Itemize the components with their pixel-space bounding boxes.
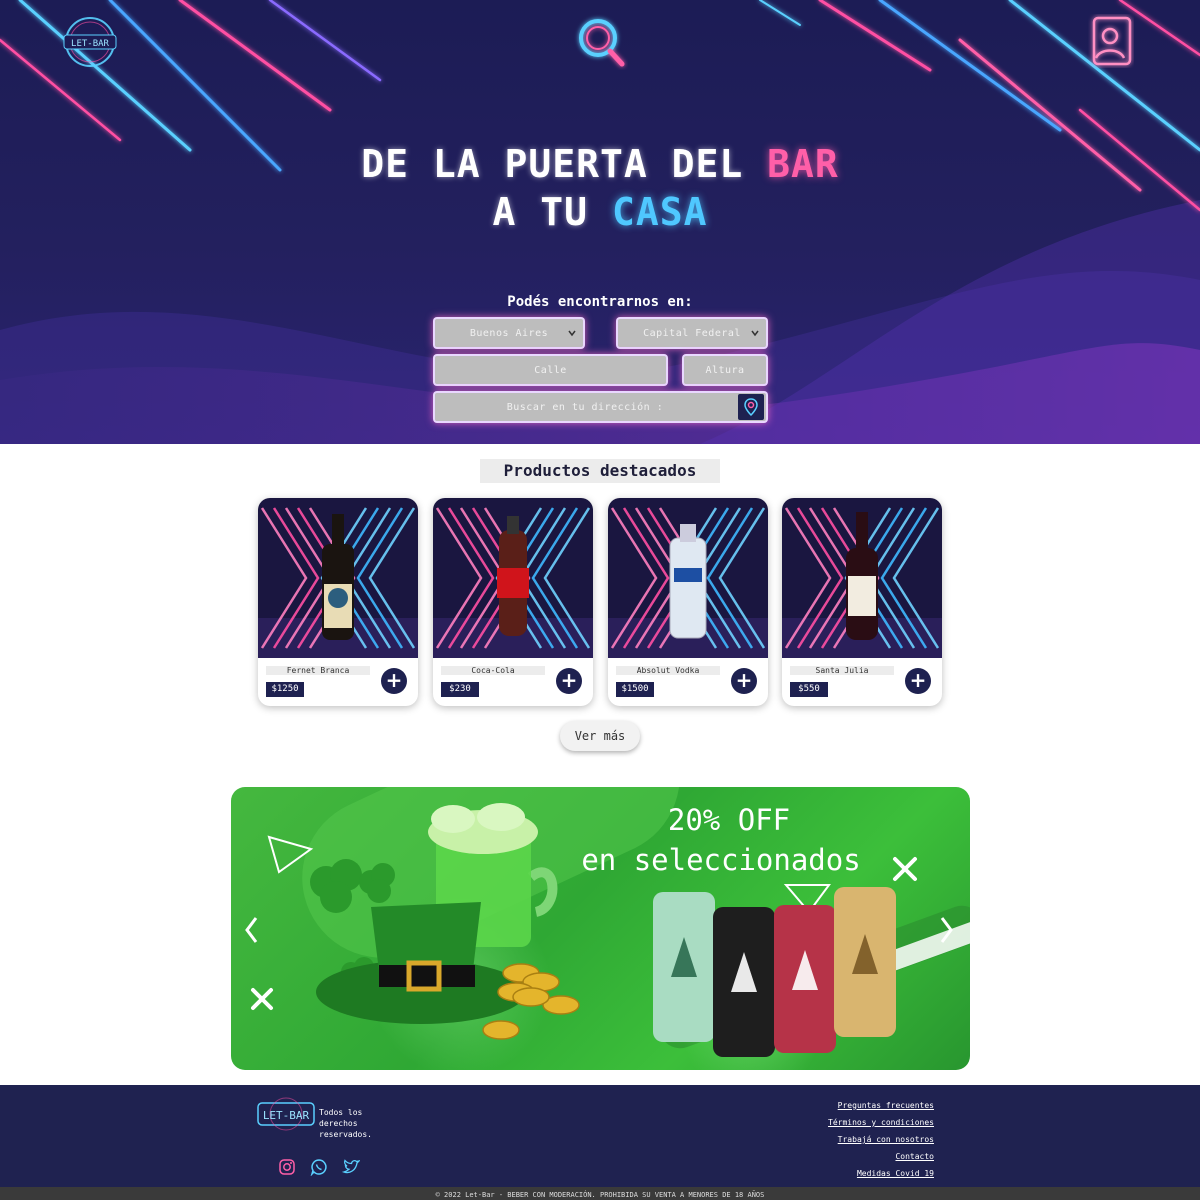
product-image[interactable] <box>433 498 593 658</box>
find-us-label: Podés encontrarnos en: <box>507 294 693 310</box>
address-search-field[interactable]: Buscar en tu dirección : <box>435 393 766 421</box>
product-image[interactable] <box>258 498 418 658</box>
product-price: $550 <box>790 682 828 697</box>
promo-banner-artwork <box>251 787 970 1070</box>
product-card[interactable]: Absolut Vodka $1500 + <box>608 498 768 706</box>
street-number-input[interactable]: Altura <box>684 356 766 384</box>
product-card[interactable]: Santa Julia $550 + <box>782 498 942 706</box>
svg-text:LET-BAR: LET-BAR <box>263 1109 310 1122</box>
province-select[interactable]: Buenos Aires <box>435 319 583 347</box>
footer-link-faq[interactable]: Preguntas frecuentes <box>828 1097 934 1114</box>
hero-line1-highlight: BAR <box>767 142 839 186</box>
let-bar-logo[interactable]: LET-BAR <box>60 14 120 70</box>
promo-subtitle: en seleccionados <box>581 843 861 877</box>
province-select-value: Buenos Aires <box>469 327 549 339</box>
location-search-button[interactable] <box>738 394 764 420</box>
hero-section: LET-BAR DE LA PUERTA DEL BAR A TU CASA P… <box>0 0 1200 444</box>
product-name: Santa Julia <box>790 666 894 675</box>
product-image[interactable] <box>608 498 768 658</box>
featured-products-title: Productos destacados <box>480 459 720 483</box>
promo-discount: 20% OFF <box>667 803 791 837</box>
hero-title-line-2: A TU CASA <box>0 188 1200 236</box>
twitter-icon[interactable] <box>342 1158 360 1176</box>
city-select-value: Capital Federal <box>643 327 741 339</box>
footer: LET-BAR Todos los derechos reservados. P… <box>0 1085 1200 1187</box>
product-image[interactable] <box>782 498 942 658</box>
chevron-left-icon[interactable] <box>243 915 259 945</box>
promo-banner[interactable]: 20% OFF en seleccionados <box>231 787 970 1070</box>
search-icon[interactable] <box>572 14 628 70</box>
add-to-cart-button[interactable]: + <box>731 668 757 694</box>
product-name: Fernet Branca <box>266 666 370 675</box>
hero-line2-text: A TU <box>492 190 612 234</box>
product-name: Coca-Cola <box>441 666 545 675</box>
footer-links: Preguntas frecuentes Términos y condicio… <box>828 1097 934 1182</box>
beer-cans-decoration <box>653 887 896 1057</box>
product-name: Absolut Vodka <box>616 666 720 675</box>
whatsapp-icon[interactable] <box>310 1158 328 1176</box>
legal-bar: © 2022 Let-Bar - BEBER CON MODERACIÓN. P… <box>0 1187 1200 1200</box>
add-to-cart-button[interactable]: + <box>556 668 582 694</box>
hero-title-line-1: DE LA PUERTA DEL BAR <box>0 140 1200 188</box>
street-input[interactable]: Calle <box>435 356 666 384</box>
add-to-cart-button[interactable]: + <box>381 668 407 694</box>
see-more-button[interactable]: Ver más <box>560 721 640 751</box>
city-select[interactable]: Capital Federal <box>618 319 766 347</box>
footer-link-jobs[interactable]: Trabajá con nosotros <box>828 1131 934 1148</box>
location-pin-icon <box>744 398 758 417</box>
product-card[interactable]: Coca-Cola $230 + <box>433 498 593 706</box>
product-price: $1500 <box>616 682 654 697</box>
instagram-icon[interactable] <box>278 1158 296 1176</box>
hero-line2-highlight: CASA <box>611 190 708 234</box>
product-price: $230 <box>441 682 479 697</box>
rights-text: Todos los derechos reservados. <box>319 1108 372 1139</box>
address-search-label: Buscar en tu dirección : <box>506 401 664 413</box>
footer-logo[interactable]: LET-BAR <box>256 1097 316 1131</box>
product-card[interactable]: Fernet Branca $1250 + <box>258 498 418 706</box>
chevron-down-icon <box>751 330 759 337</box>
hero-line1-text: DE LA PUERTA DEL <box>361 142 768 186</box>
footer-link-covid[interactable]: Medidas Covid 19 <box>828 1165 934 1182</box>
add-to-cart-button[interactable]: + <box>905 668 931 694</box>
hero-title: DE LA PUERTA DEL BAR A TU CASA <box>0 140 1200 236</box>
chevron-right-icon[interactable] <box>939 915 955 945</box>
chevron-down-icon <box>568 330 576 337</box>
svg-text:LET-BAR: LET-BAR <box>71 39 110 49</box>
user-icon[interactable] <box>1088 14 1134 68</box>
footer-link-terms[interactable]: Términos y condiciones <box>828 1114 934 1131</box>
product-price: $1250 <box>266 682 304 697</box>
footer-link-contact[interactable]: Contacto <box>828 1148 934 1165</box>
